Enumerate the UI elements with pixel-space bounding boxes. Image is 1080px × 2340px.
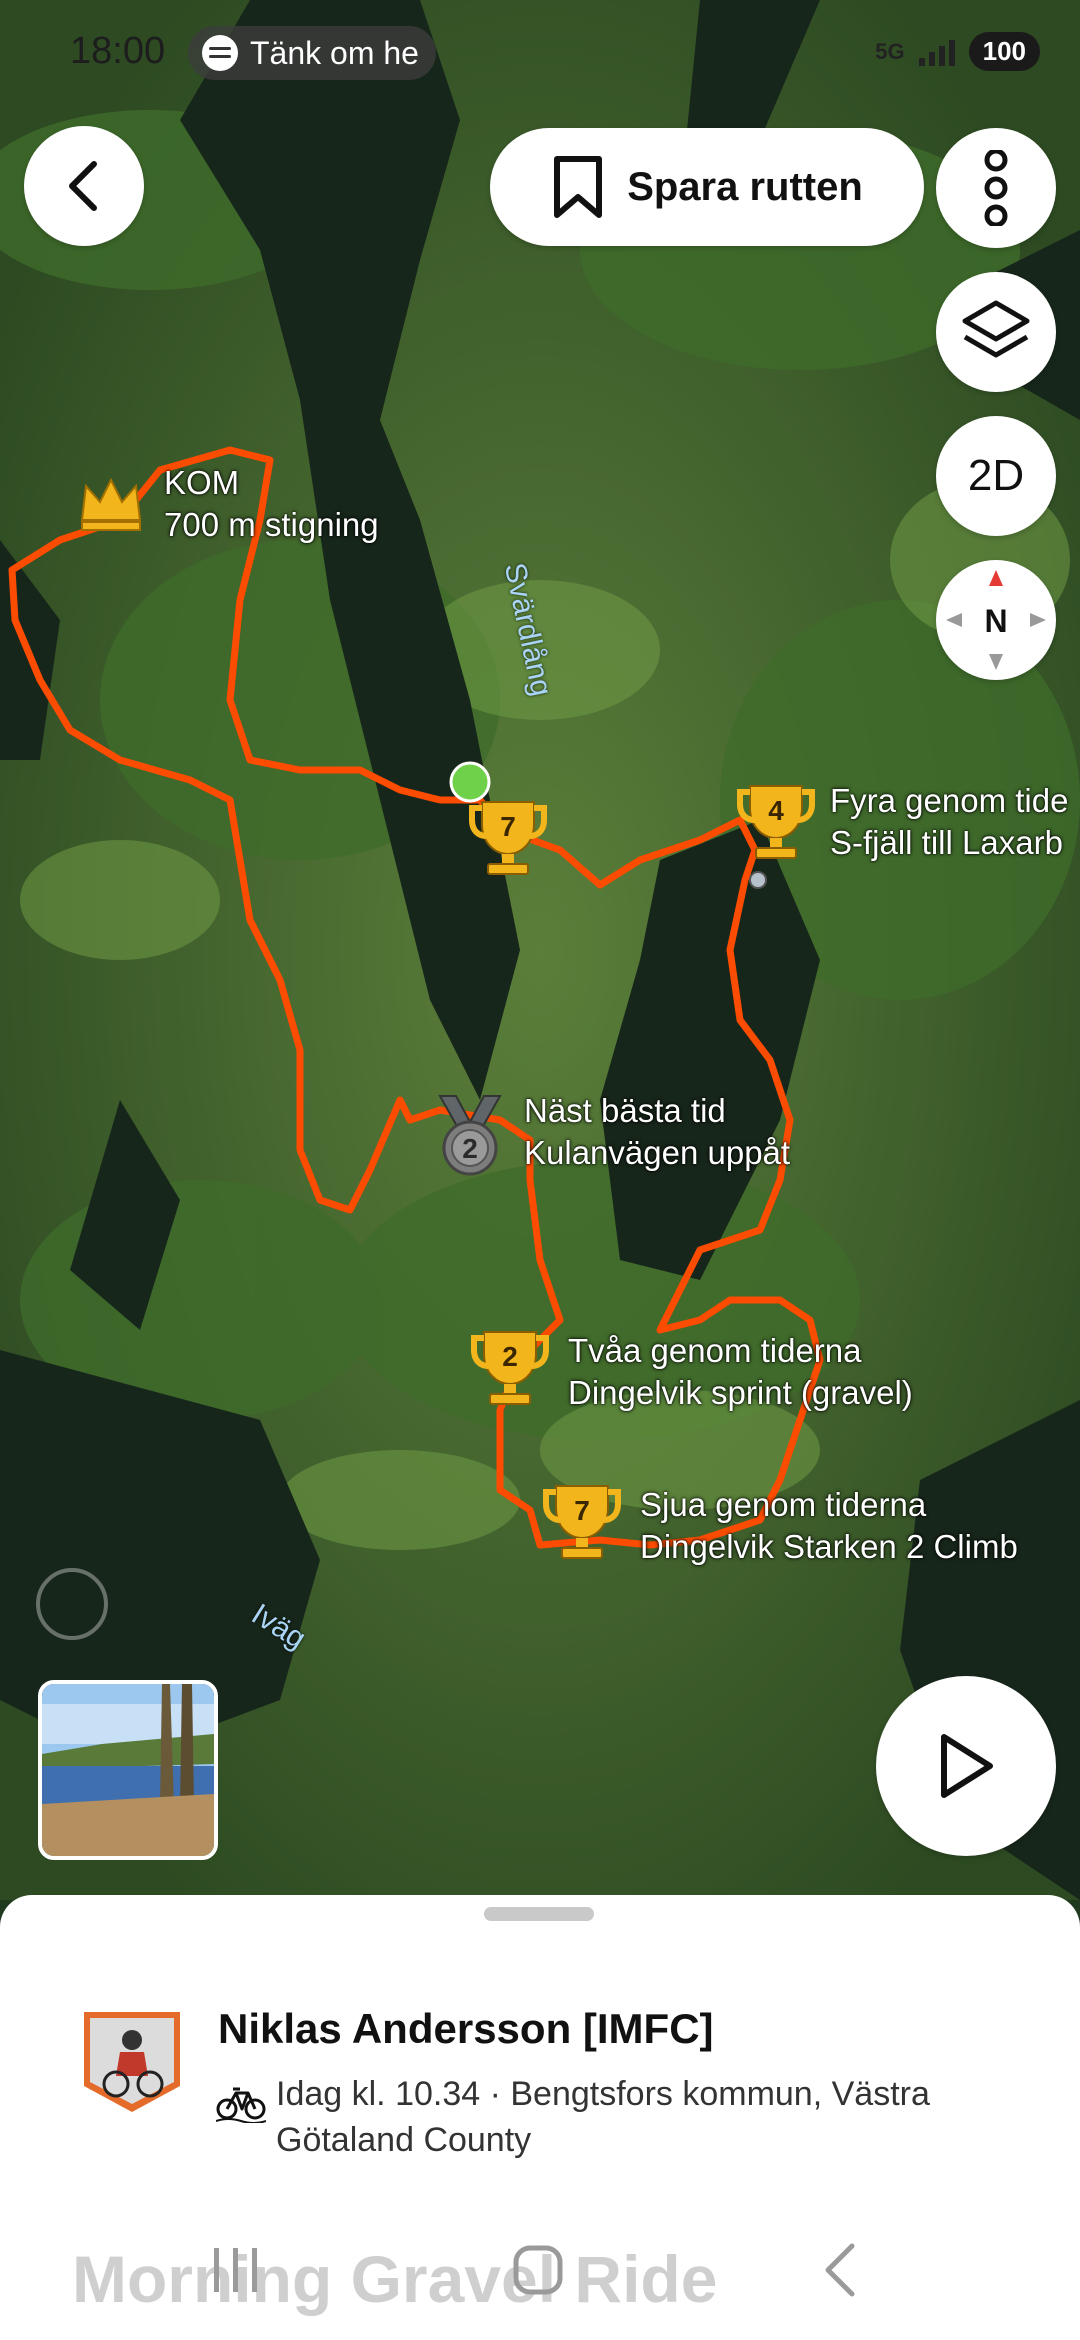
recent-apps-icon[interactable] <box>206 2240 266 2300</box>
spotify-icon <box>202 35 238 71</box>
battery-indicator: 100 <box>968 32 1040 71</box>
trophy-icon[interactable]: 7 <box>542 1480 622 1562</box>
avatar[interactable] <box>82 2010 182 2114</box>
system-back-icon[interactable] <box>810 2240 870 2300</box>
segment-title: Näst bästa tid <box>524 1092 726 1129</box>
trophy-rank: 2 <box>502 1341 518 1372</box>
trophy-rank: 4 <box>768 795 784 826</box>
segment-subtitle: Kulanvägen uppåt <box>524 1134 791 1171</box>
segment-label: Fyra genom tide S-fjäll till Laxarb <box>830 780 1068 864</box>
segment-title: KOM <box>164 464 240 501</box>
media-pill[interactable]: Tänk om he <box>188 26 436 80</box>
map-layers-button[interactable] <box>936 272 1056 392</box>
trophy-icon[interactable]: 7 <box>468 796 548 878</box>
scale-indicator-icon <box>36 1568 108 1640</box>
network-label: 5G <box>875 38 905 64</box>
system-nav-bar <box>0 2230 1080 2320</box>
trophy-icon[interactable]: 2 <box>470 1326 550 1408</box>
athlete-name[interactable]: Niklas Andersson [IMFC] <box>218 2005 714 2053</box>
compass-label: N <box>984 603 1007 639</box>
home-icon[interactable] <box>508 2240 568 2300</box>
view-mode-label: 2D <box>967 451 1025 500</box>
signal-icon <box>918 39 955 66</box>
segment-subtitle: Dingelvik sprint (gravel) <box>568 1374 913 1411</box>
more-vertical-icon <box>984 150 1008 226</box>
segment-label: Tvåa genom tiderna Dingelvik sprint (gra… <box>568 1330 913 1414</box>
trophy-rank: 7 <box>574 1495 590 1526</box>
save-route-label: Spara rutten <box>627 164 863 209</box>
photo-thumbnail[interactable] <box>38 1680 218 1860</box>
lake-photo <box>42 1684 214 1856</box>
segment-title: Tvåa genom tiderna <box>568 1332 862 1369</box>
satellite-map <box>0 0 1080 1900</box>
save-route-button[interactable]: Spara rutten <box>490 128 924 246</box>
chevron-left-icon <box>69 161 97 211</box>
segment-title: Sjua genom tiderna <box>640 1486 927 1523</box>
back-button[interactable] <box>24 126 144 246</box>
bookmark-icon <box>554 156 603 218</box>
crown-icon[interactable] <box>76 468 146 538</box>
media-pill-text: Tänk om he <box>250 34 419 71</box>
layers-icon <box>962 300 1030 358</box>
segment-subtitle: S-fjäll till Laxarb <box>830 824 1063 861</box>
compass-button[interactable]: N <box>936 560 1056 680</box>
map-view[interactable]: 7 4 2 2 7 KOM 700 m stigning Fyra genom … <box>0 0 1080 1900</box>
medal-icon[interactable]: 2 <box>430 1092 510 1178</box>
status-time: 18:00 <box>70 30 166 72</box>
segment-subtitle: 700 m stigning <box>164 506 379 543</box>
compass-icon: N <box>946 570 1046 670</box>
sheet-drag-handle[interactable] <box>484 1907 594 1921</box>
segment-label: Sjua genom tiderna Dingelvik Starken 2 C… <box>640 1484 1018 1568</box>
segment-title: Fyra genom tide <box>830 782 1069 819</box>
status-icons: 5G 100 <box>875 32 1040 71</box>
play-flyover-button[interactable] <box>876 1676 1056 1856</box>
trophy-icon[interactable]: 4 <box>736 780 816 862</box>
more-options-button[interactable] <box>936 128 1056 248</box>
bike-icon <box>216 2087 266 2123</box>
segment-subtitle: Dingelvik Starken 2 Climb <box>640 1528 1018 1565</box>
view-mode-button[interactable]: 2D <box>936 416 1056 536</box>
segment-label-kom: KOM 700 m stigning <box>164 462 379 546</box>
medal-rank: 2 <box>462 1133 478 1164</box>
trophy-rank: 7 <box>500 811 516 842</box>
activity-meta: Idag kl. 10.34 · Bengtsfors kommun, Väst… <box>276 2075 930 2159</box>
segment-label: Näst bästa tid Kulanvägen uppåt <box>524 1090 790 1174</box>
play-icon <box>941 1734 993 1798</box>
